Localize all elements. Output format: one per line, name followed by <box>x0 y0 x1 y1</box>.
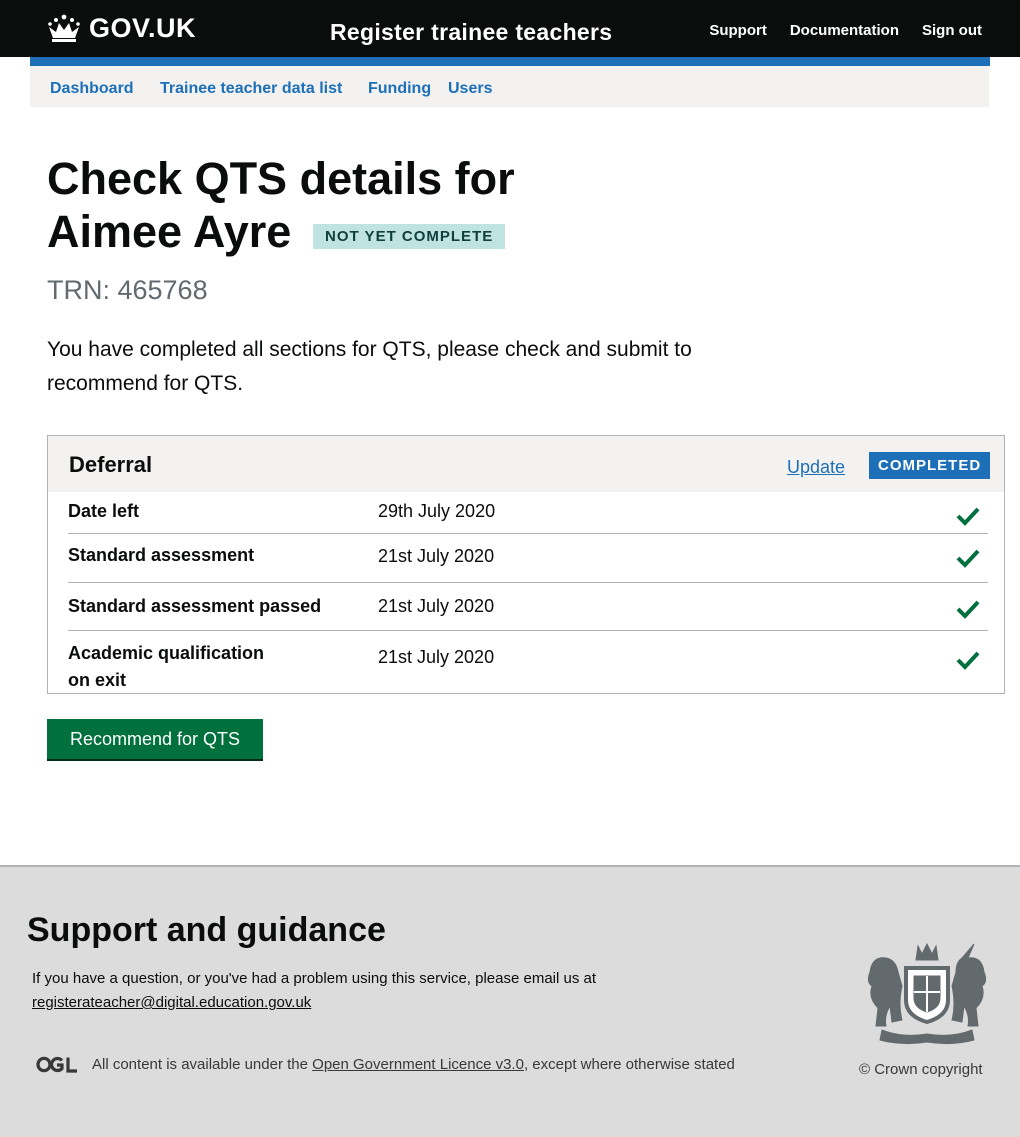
summary-row: Standard assessment 21st July 2020 <box>68 534 988 583</box>
row-value-standard-assessment: 21st July 2020 <box>378 546 495 566</box>
sign-out-link[interactable]: Sign out <box>922 21 982 41</box>
summary-row: Academic qualification on exit 21st July… <box>68 631 988 693</box>
support-email-link[interactable]: registerateacher@digital.education.gov.u… <box>32 994 311 1011</box>
page-title-line1: Check QTS details for <box>47 153 515 204</box>
footer: Support and guidance If you have a quest… <box>0 865 1020 1137</box>
primary-navigation: Dashboard Trainee teacher data list Fund… <box>30 66 989 107</box>
row-value-academic-qualification: 21st July 2020 <box>378 647 495 667</box>
licence-text: All content is available under the Open … <box>92 1054 735 1076</box>
documentation-link[interactable]: Documentation <box>790 21 899 41</box>
deferral-summary-card: Deferral Update COMPLETED Date left 29th… <box>47 435 1005 694</box>
crown-icon <box>48 14 80 42</box>
status-badge-not-yet-complete: NOT YET COMPLETE <box>313 224 506 249</box>
govuk-logo-text: GOV.UK <box>89 13 197 43</box>
header-links: Support Documentation Sign out <box>709 21 982 41</box>
service-name[interactable]: Register trainee teachers <box>330 18 612 46</box>
ogl-licence-link[interactable]: Open Government Licence v3.0 <box>312 1056 524 1073</box>
summary-row: Date left 29th July 2020 <box>68 492 988 534</box>
footer-heading: Support and guidance <box>27 911 386 949</box>
check-icon <box>956 507 980 526</box>
footer-help-sentence: If you have a question, or you've had a … <box>32 970 597 987</box>
nav-item-users[interactable]: Users <box>448 79 492 99</box>
row-key-standard-assessment: Standard assessment <box>68 545 255 565</box>
row-key-academic-qualification: Academic qualification on exit <box>68 643 265 690</box>
row-value-date-left: 29th July 2020 <box>378 501 496 521</box>
page-title-line2: Aimee Ayre <box>47 206 292 257</box>
update-link[interactable]: Update <box>787 456 845 478</box>
summary-row: Standard assessment passed 21st July 202… <box>68 583 988 631</box>
royal-coat-of-arms <box>867 942 987 1045</box>
check-icon <box>956 600 980 619</box>
govuk-logo-link[interactable]: GOV.UK <box>47 13 196 43</box>
intro-text: You have completed all sections for QTS,… <box>47 338 692 395</box>
support-link[interactable]: Support <box>709 21 767 41</box>
nav-item-trainee-data-list[interactable]: Trainee teacher data list <box>160 79 342 99</box>
row-key-date-left: Date left <box>68 501 140 521</box>
crown-copyright-link[interactable]: © Crown copyright <box>859 1059 983 1081</box>
nav-item-dashboard[interactable]: Dashboard <box>50 79 134 99</box>
nav-item-funding[interactable]: Funding <box>368 79 431 99</box>
ogl-logo <box>36 1056 77 1073</box>
row-value-standard-assessment-passed: 21st July 2020 <box>378 596 495 616</box>
card-title: Deferral <box>69 452 153 477</box>
check-icon <box>956 549 980 568</box>
row-key-standard-assessment-passed: Standard assessment passed <box>68 596 322 616</box>
status-badge-completed: COMPLETED <box>869 452 991 479</box>
footer-help-text: If you have a question, or you've had a … <box>32 967 652 1015</box>
card-header: Deferral Update COMPLETED <box>48 436 1004 492</box>
trn-caption: TRN: 465768 <box>47 275 208 305</box>
licence-prefix: All content is available under the <box>92 1056 308 1073</box>
licence-suffix: , except where otherwise stated <box>523 1056 735 1073</box>
recommend-for-qts-button[interactable]: Recommend for QTS <box>47 719 263 759</box>
check-icon <box>956 651 980 670</box>
header-blue-bar <box>30 57 990 66</box>
govuk-header: GOV.UK Register trainee teachers Support… <box>0 0 1020 57</box>
